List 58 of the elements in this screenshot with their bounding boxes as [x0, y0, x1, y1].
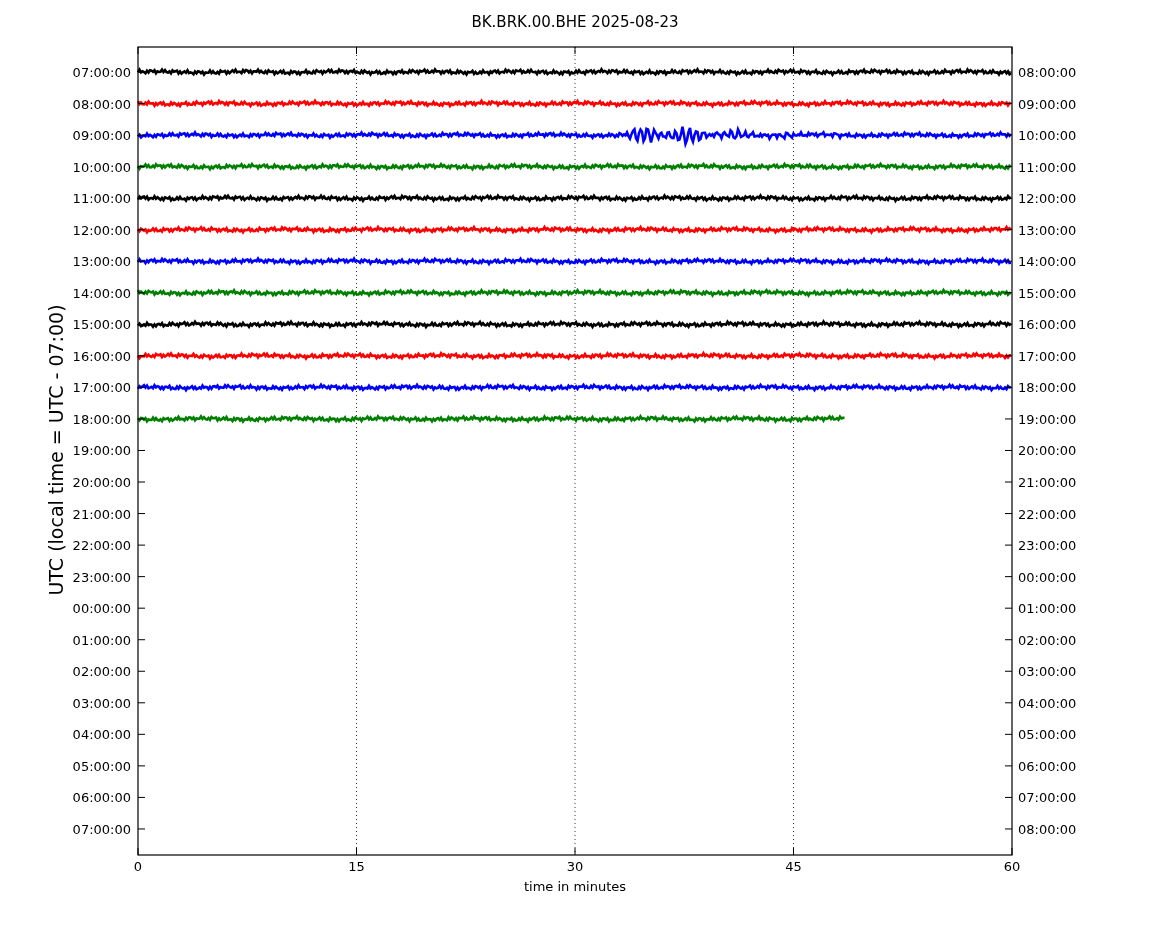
y-tick-label: 20:00:00: [1018, 443, 1077, 459]
y-tick-label: 22:00:00: [72, 538, 131, 554]
x-tick-label: 30: [566, 859, 584, 874]
x-tick-label: 0: [133, 859, 143, 874]
y-tick-label: 00:00:00: [1018, 569, 1077, 585]
y-tick-label: 21:00:00: [72, 506, 131, 522]
y-tick-label: 08:00:00: [1018, 65, 1077, 80]
y-tick-label: 08:00:00: [1018, 821, 1077, 837]
y-tick-label: 15:00:00: [72, 317, 131, 333]
y-tick-label: 23:00:00: [72, 569, 131, 585]
y-tick-label: 14:00:00: [1018, 254, 1077, 270]
y-tick-label: 19:00:00: [72, 443, 131, 459]
y-tick-label: 06:00:00: [72, 790, 131, 806]
y-tick-label: 01:00:00: [1018, 601, 1077, 617]
y-tick-label: 07:00:00: [72, 821, 131, 837]
y-tick-label: 05:00:00: [72, 758, 131, 774]
x-tick-label: 15: [348, 859, 365, 874]
y-tick-label: 11:00:00: [1018, 159, 1077, 175]
y-tick-label: 10:00:00: [1018, 128, 1077, 144]
y-tick-label: 15:00:00: [1018, 285, 1077, 301]
y-tick-label: 16:00:00: [72, 348, 131, 364]
y-tick-label: 03:00:00: [72, 695, 131, 711]
y-tick-label: 17:00:00: [72, 380, 131, 396]
y-tick-label: 01:00:00: [72, 632, 131, 648]
y-tick-label: 02:00:00: [1018, 632, 1077, 648]
y-tick-label: 19:00:00: [1018, 411, 1077, 427]
y-tick-label: 10:00:00: [72, 159, 131, 175]
y-tick-label: 22:00:00: [1018, 506, 1077, 522]
y-tick-label: 20:00:00: [72, 475, 131, 490]
x-tick-label: 60: [1003, 859, 1021, 874]
x-tick-label: 45: [785, 859, 802, 874]
y-tick-label: 17:00:00: [1018, 348, 1077, 364]
x-axis-label: time in minutes: [523, 879, 627, 894]
y-tick-label: 13:00:00: [1018, 222, 1077, 238]
y-tick-label: 12:00:00: [72, 222, 131, 238]
y-tick-label: 12:00:00: [1018, 191, 1077, 207]
y-tick-label: 16:00:00: [1018, 317, 1077, 333]
y-tick-label: 00:00:00: [72, 601, 131, 617]
y-tick-label: 08:00:00: [72, 96, 131, 112]
y-tick-label: 11:00:00: [72, 191, 131, 207]
y-tick-label: 18:00:00: [1018, 380, 1077, 396]
y-tick-label: 13:00:00: [72, 254, 131, 270]
y-axis-label: UTC (local time = UTC - 07:00): [45, 304, 67, 596]
y-tick-label: 04:00:00: [1018, 695, 1077, 711]
y-tick-label: 09:00:00: [72, 128, 131, 144]
y-tick-label: 09:00:00: [1018, 96, 1077, 112]
y-tick-label: 21:00:00: [1018, 475, 1077, 490]
y-tick-label: 02:00:00: [72, 664, 131, 680]
y-tick-label: 23:00:00: [1018, 538, 1077, 554]
y-tick-label: 05:00:00: [1018, 727, 1077, 743]
y-tick-label: 14:00:00: [72, 285, 131, 301]
y-tick-label: 18:00:00: [72, 411, 131, 427]
y-tick-label: 04:00:00: [72, 727, 131, 743]
y-tick-label: 03:00:00: [1018, 664, 1077, 680]
y-tick-label: 07:00:00: [72, 65, 131, 80]
y-tick-label: 07:00:00: [1018, 790, 1077, 806]
plot-title: BK.BRK.00.BHE 2025-08-23: [471, 13, 679, 31]
y-tick-label: 06:00:00: [1018, 758, 1077, 774]
